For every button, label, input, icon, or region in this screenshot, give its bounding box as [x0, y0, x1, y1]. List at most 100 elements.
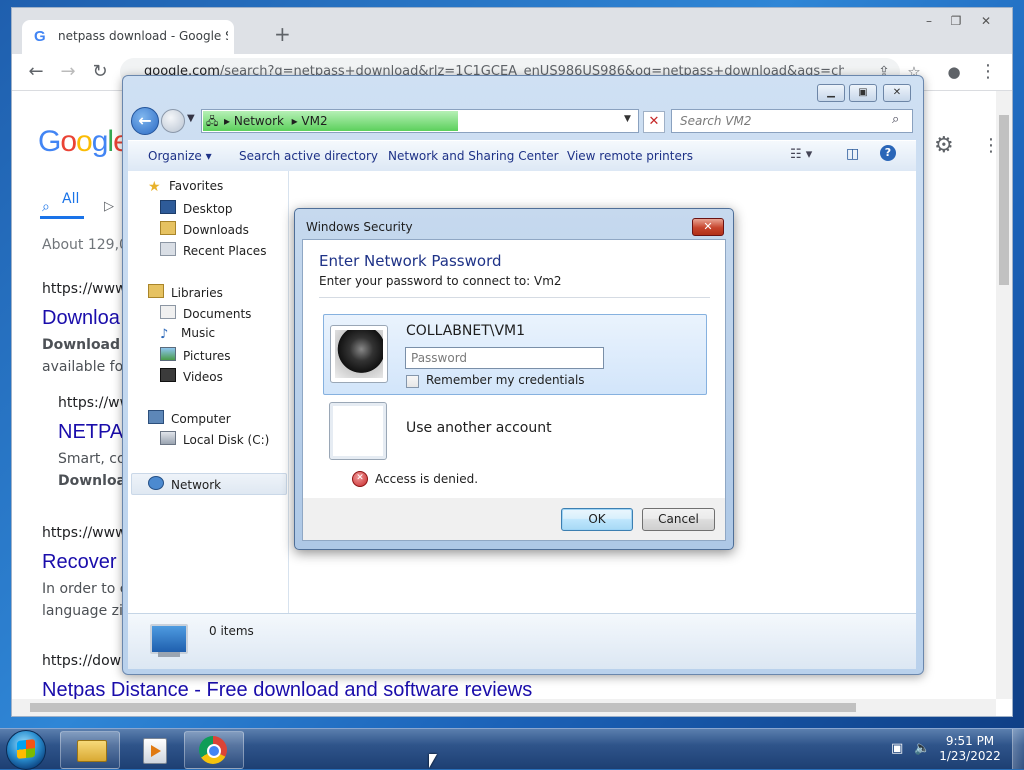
reload-icon[interactable]: ↻ [88, 60, 112, 84]
clock-date: 1/23/2022 [939, 749, 1001, 763]
star-icon: ★ [148, 179, 161, 195]
taskbar-explorer[interactable] [60, 731, 120, 769]
chrome-tab[interactable]: G netpass download - Google Search [22, 20, 234, 54]
nav-recent-places[interactable]: Recent Places [160, 242, 266, 258]
network-computer-icon [150, 624, 188, 654]
result-snippet: Downloa [58, 473, 127, 489]
result-snippet: available for [42, 359, 129, 375]
use-another-account[interactable]: Use another account [406, 420, 552, 436]
volume-icon[interactable]: 🔈 [914, 741, 930, 756]
error-icon: ✕ [352, 471, 368, 487]
result-title[interactable]: Recover [42, 551, 116, 574]
address-dropdown-icon[interactable]: ▼ [624, 114, 631, 124]
minimize-button[interactable]: – [915, 12, 943, 30]
clock[interactable]: 9:51 PM 1/23/2022 [935, 734, 1005, 764]
computer-icon [148, 410, 164, 424]
chrome-menu-icon[interactable]: ⋮ [976, 60, 1000, 84]
windows-security-dialog: Windows Security ✕ Enter Network Passwor… [294, 208, 734, 550]
new-tab-button[interactable]: + [274, 22, 291, 46]
nav-local-disk[interactable]: Local Disk (C:) [160, 431, 269, 447]
dialog-close-button[interactable]: ✕ [692, 218, 724, 236]
nav-favorites[interactable]: ★ Favorites [148, 179, 223, 195]
apps-menu-icon[interactable]: ⋮ [982, 135, 996, 156]
remember-credentials-label[interactable]: Remember my credentials [426, 373, 585, 387]
result-title[interactable]: Downloa [42, 307, 120, 330]
desktop-icon [160, 200, 176, 214]
nav-desktop[interactable]: Desktop [160, 200, 233, 216]
forward-arrow-icon[interactable] [161, 109, 185, 133]
result-title[interactable]: Netpas Distance - Free download and soft… [42, 679, 532, 699]
dialog-body: Enter Network Password Enter your passwo… [302, 239, 726, 499]
credential-tile[interactable]: COLLABNET\VM1 Remember my credentials [323, 314, 707, 395]
password-field[interactable] [405, 347, 604, 369]
search-active-directory-button[interactable]: Search active directory [239, 149, 378, 163]
address-bar[interactable]: 🖧 ▸ Network ▸ VM2 ▼ [201, 109, 639, 133]
organize-menu[interactable]: Organize ▾ [148, 149, 212, 163]
dialog-title: Windows Security [306, 220, 413, 234]
settings-gear-icon[interactable]: ⚙ [934, 133, 954, 158]
dialog-button-bar: OK Cancel [302, 498, 726, 541]
result-snippet: language zip [42, 603, 132, 619]
result-url[interactable]: https://downl [42, 653, 134, 669]
ok-button[interactable]: OK [561, 508, 633, 531]
tab-all-underline [40, 216, 84, 219]
video-tab-icon[interactable]: ▷ [104, 199, 114, 214]
nav-downloads[interactable]: Downloads [160, 221, 249, 237]
restore-button[interactable]: ❐ [942, 12, 970, 30]
start-button[interactable] [6, 730, 46, 770]
result-title[interactable]: NETPA [58, 421, 123, 444]
maximize-button[interactable]: ▣ [849, 84, 877, 102]
profile-icon[interactable]: ● [942, 60, 966, 84]
forward-arrow-icon[interactable]: → [56, 60, 80, 84]
clock-time: 9:51 PM [945, 734, 995, 748]
chrome-tab-strip: G netpass download - Google Search + – ❐… [12, 8, 1012, 54]
dialog-heading: Enter Network Password [319, 252, 502, 270]
horizontal-scroll-thumb[interactable] [30, 703, 856, 712]
command-bar: Organize ▾ Search active directory Netwo… [128, 140, 916, 172]
view-remote-printers-button[interactable]: View remote printers [567, 149, 693, 163]
search-icon[interactable]: ⌕ [892, 112, 899, 127]
nav-computer[interactable]: Computer [148, 410, 231, 426]
horizontal-scrollbar[interactable] [12, 699, 996, 716]
nav-music[interactable]: ♪ Music [160, 326, 215, 342]
network-tray-icon[interactable]: ▣ [891, 741, 903, 756]
stop-loading-icon[interactable]: ✕ [643, 111, 665, 133]
nav-documents[interactable]: Documents [160, 305, 251, 321]
tab-all[interactable]: All [62, 191, 79, 207]
chrome-icon [199, 736, 227, 764]
network-sharing-center-button[interactable]: Network and Sharing Center [388, 149, 559, 163]
back-arrow-icon[interactable]: ← [24, 60, 48, 84]
nav-libraries[interactable]: Libraries [148, 284, 223, 300]
media-player-icon [143, 738, 167, 764]
nav-network[interactable]: Network [148, 476, 221, 492]
close-button[interactable]: ✕ [883, 84, 911, 102]
breadcrumb-vm2[interactable]: VM2 [301, 114, 327, 128]
google-logo[interactable]: Google [38, 125, 130, 159]
breadcrumb: ▸ Network ▸ VM2 [224, 114, 328, 128]
breadcrumb-network[interactable]: Network [234, 114, 284, 128]
recent-places-icon [160, 242, 176, 256]
pictures-icon [160, 347, 176, 361]
taskbar-chrome[interactable] [184, 731, 244, 769]
vertical-scrollbar[interactable] [996, 91, 1012, 699]
details-pane: 0 items [128, 613, 916, 669]
videos-icon [160, 368, 176, 382]
back-arrow-icon[interactable]: ← [131, 107, 159, 135]
help-icon[interactable]: ? [880, 145, 896, 161]
cancel-button[interactable]: Cancel [642, 508, 715, 531]
preview-pane-icon[interactable]: ◫ [846, 146, 859, 162]
minimize-button[interactable]: ▁ [817, 84, 845, 102]
views-icon[interactable]: ☷ ▾ [790, 147, 812, 162]
search-box[interactable]: Search VM2 ⌕ [671, 109, 913, 133]
other-account-avatar[interactable] [329, 402, 387, 460]
vertical-scroll-thumb[interactable] [999, 115, 1009, 285]
nav-pictures[interactable]: Pictures [160, 347, 231, 363]
taskbar-media-player[interactable] [122, 731, 182, 769]
remember-credentials-checkbox[interactable] [406, 375, 419, 388]
close-button[interactable]: ✕ [972, 12, 1000, 30]
show-desktop-button[interactable] [1012, 729, 1024, 769]
result-snippet: Smart, cor [58, 451, 132, 467]
nav-videos[interactable]: Videos [160, 368, 223, 384]
history-dropdown-icon[interactable]: ▼ [187, 113, 195, 124]
network-icon: 🖧 [206, 115, 219, 128]
